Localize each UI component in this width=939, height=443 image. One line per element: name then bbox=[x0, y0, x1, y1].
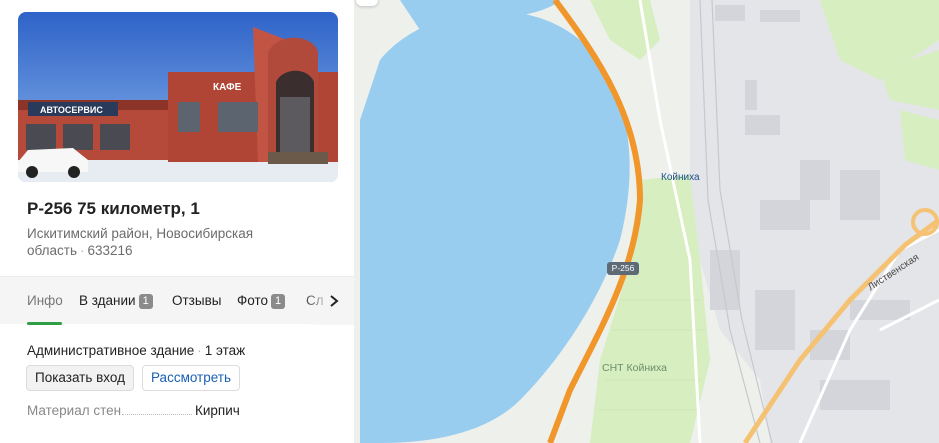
map-control[interactable] bbox=[356, 0, 378, 6]
tab-reviews[interactable]: Отзывы bbox=[172, 293, 221, 308]
tab-in-building-label: В здании bbox=[79, 293, 136, 308]
wall-material-key: Материал стен bbox=[27, 403, 122, 418]
tab-reviews-label: Отзывы bbox=[172, 293, 222, 308]
floor-count: 1 этаж bbox=[204, 343, 246, 358]
tab-in-building[interactable]: В здании 1 bbox=[79, 293, 153, 309]
view-button[interactable]: Рассмотреть bbox=[142, 365, 241, 391]
tab-photos[interactable]: Фото 1 bbox=[237, 293, 286, 309]
place-panel: АВТОСЕРВИС КАФЕ Р-256 75 километр, 1 Иск… bbox=[0, 0, 354, 443]
poi-label[interactable]: Койниха bbox=[661, 172, 700, 183]
show-entrance-button[interactable]: Показать вход bbox=[26, 365, 134, 391]
building-info: Административное здание · 1 этаж bbox=[27, 343, 245, 358]
active-tab-indicator bbox=[27, 322, 62, 325]
place-photo[interactable]: АВТОСЕРВИС КАФЕ bbox=[18, 12, 338, 182]
tab-bar: Инфо В здании1 Отзывы Фото1 Сл bbox=[0, 276, 354, 325]
chevron-right-icon[interactable] bbox=[326, 293, 342, 309]
snt-label: СНТ Койниха bbox=[602, 362, 667, 374]
tab-photos-count: 1 bbox=[271, 294, 286, 309]
tab-in-building-count: 1 bbox=[138, 294, 153, 309]
place-address: Искитимский район, Новосибирская область… bbox=[27, 225, 297, 259]
sign-cafe: КАФЕ bbox=[213, 82, 242, 93]
wall-material-value: Кирпич bbox=[195, 403, 240, 418]
district: Искитимский район, Новосибирская область bbox=[27, 226, 254, 258]
postcode: 633216 bbox=[87, 243, 133, 258]
leader-dots bbox=[122, 414, 192, 415]
road-shield: Р-256 bbox=[607, 262, 639, 275]
tab-info-label: Инфо bbox=[27, 293, 63, 308]
separator-dot: · bbox=[80, 243, 85, 258]
sign-autoservice: АВТОСЕРВИС bbox=[40, 105, 103, 115]
tab-photos-label: Фото bbox=[237, 293, 269, 308]
separator-dot: · bbox=[197, 343, 202, 358]
building-photo-image: АВТОСЕРВИС КАФЕ bbox=[18, 12, 338, 182]
building-type: Административное здание bbox=[27, 343, 195, 358]
tab-info[interactable]: Инфо bbox=[27, 293, 63, 308]
place-title: Р-256 75 километр, 1 bbox=[27, 199, 200, 218]
